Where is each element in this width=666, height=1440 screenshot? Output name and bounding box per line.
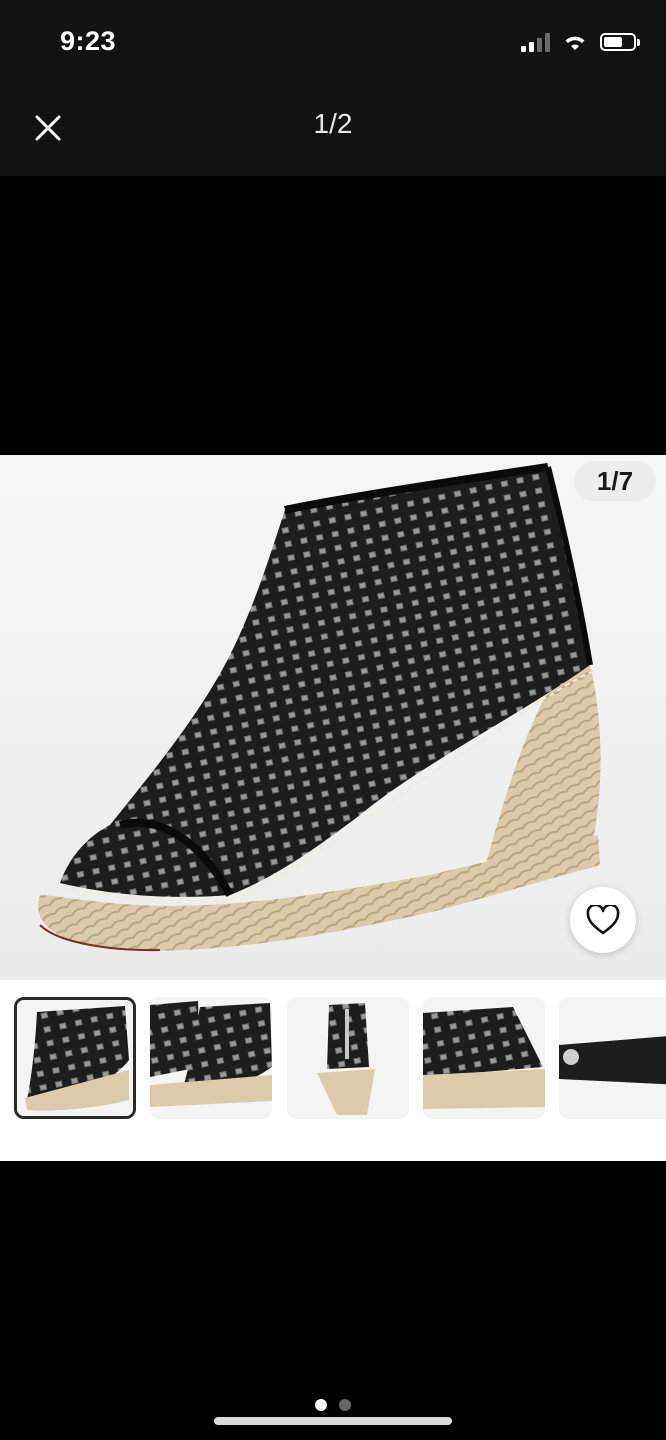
thumbnail-3[interactable] (287, 997, 409, 1119)
thumbnail-5[interactable] (559, 997, 666, 1119)
wifi-icon (565, 36, 585, 50)
thumbnail-1[interactable] (14, 997, 136, 1119)
page-dot-2[interactable] (339, 1399, 351, 1411)
viewer-header: 1/2 (0, 84, 666, 176)
thumbnail-image (17, 1000, 133, 1116)
product-image-card: 1/7 (0, 455, 666, 1161)
page-dot-1[interactable] (315, 1399, 327, 1411)
status-time: 9:23 (60, 26, 117, 56)
wedge-bootie-image (38, 463, 601, 952)
image-counter: 1/7 (574, 461, 656, 501)
thumbnail-strip[interactable] (0, 995, 666, 1121)
battery-icon (600, 33, 640, 51)
thumbnail-2[interactable] (150, 997, 272, 1119)
favorite-button[interactable] (570, 887, 636, 953)
cellular-signal-icon (521, 32, 550, 52)
thumbnail-4[interactable] (423, 997, 545, 1119)
thumbnail-image (287, 997, 409, 1119)
thumbnail-image (150, 997, 272, 1119)
status-bar: 9:23 (0, 0, 666, 84)
home-indicator[interactable] (214, 1417, 452, 1425)
thumbnail-image (559, 997, 666, 1119)
thumbnail-image (423, 997, 545, 1119)
page-counter: 1/2 (313, 108, 353, 139)
page-indicator (0, 1399, 666, 1411)
product-main-image[interactable]: 1/7 (0, 455, 666, 980)
heart-icon (586, 905, 620, 935)
status-icons (521, 30, 640, 54)
